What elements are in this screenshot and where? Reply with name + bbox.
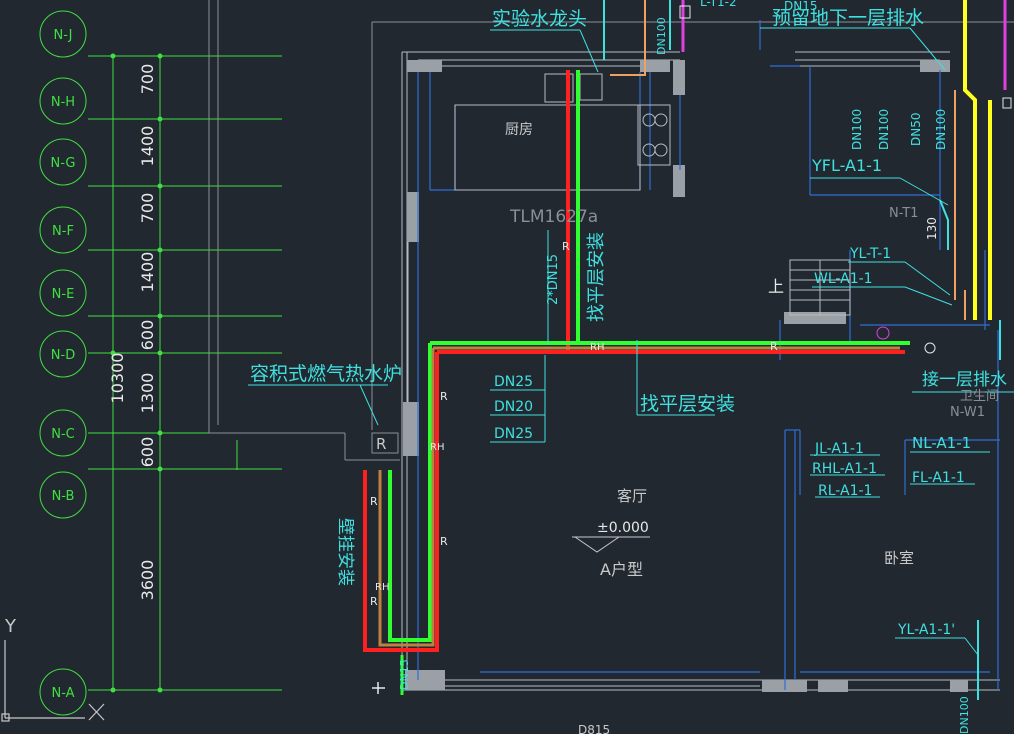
dim-text: 700 [138,193,157,224]
axis-bubble: N-B [39,471,87,519]
pipe-mark-rh: RH [375,582,389,593]
tag-rl: RL-A1-1 [818,483,872,499]
tag-dn: DN100 [850,109,864,150]
tag-dn100-bottom: DN100 [958,696,971,734]
axis-label: N-C [51,427,75,442]
label-level-install: 找平层安装 [640,393,735,415]
tag-nt1: N-T1 [889,206,918,221]
walls [401,51,1000,691]
window-tag: TLM1627a [509,207,598,227]
tag-yl-bottom: YL-A1-1' [897,622,955,638]
pipe-mark-r: R [370,495,378,508]
stair-up: 上 [768,277,784,296]
label-r-box: R [376,435,386,453]
axis-label: N-D [51,348,75,363]
pipe-mark-r: R [770,340,778,353]
elevation-mark [572,536,650,553]
pipe-mark-rh: RH [430,442,444,453]
tag-nl: NL-A1-1 [912,434,971,452]
label-gas-heater: 容积式燃气热水炉 [250,363,402,385]
axis-bubble: N-J [39,10,87,58]
axis-label: N-H [51,95,75,110]
axis-bubble: N-H [39,77,87,125]
tag-dn: DN100 [934,109,948,150]
pipe-mark-r: R [562,240,570,253]
room-living: 客厅 [617,487,647,505]
yellow-pipes [963,0,992,320]
dim-text: 600 [138,437,157,468]
dim-text: 1400 [138,252,157,293]
axis-bubble: N-C [39,409,87,457]
pipe-mark-r: R [440,535,448,548]
label-dn25-b: DN25 [494,426,533,442]
room-bedroom: 卧室 [884,549,914,567]
axis-bubbles: N-J N-H N-G N-F N-E N-D N-C N-B N-A [39,10,87,716]
tag-wl: WL-A1-1 [814,271,873,287]
axis-label: N-B [52,489,75,504]
axis-bubble: N-D [39,330,87,378]
label-floor1-drain: 接一层排水 [922,370,1007,390]
pipe-mark-r: R [440,390,448,403]
label-dn25-a: DN25 [494,374,533,390]
elevation-value: ±0.000 [597,520,649,536]
unit-type: A户型 [600,560,643,579]
tag-yfl: YFL-A1-1 [811,156,882,175]
tag-dn15-top: DN15 [784,0,818,13]
tag-nw1: N-W1 [950,405,985,420]
dim-text: 700 [138,64,157,95]
plumbing-floor-plan: N-J N-H N-G N-F N-E N-D N-C N-B N-A 700 … [1,0,1014,734]
tag-dn15-bottom: DN15 [398,659,411,690]
dim-text: 600 [138,320,157,351]
axis-label: N-G [51,156,76,171]
room-toilet: 卫生间 [960,389,999,404]
tag-jl: JL-A1-1 [814,441,864,457]
pipe-mark-rh: RH [590,342,604,353]
tag-bottom-partial: D815 [578,723,610,734]
axis-bubble: N-A [39,668,87,716]
dim-total: 10300 [108,353,127,404]
label-wall-install: 壁挂安装 [335,518,355,586]
faucet-icon [372,682,385,694]
axis-label: N-F [52,224,74,239]
cad-canvas[interactable]: N-J N-H N-G N-F N-E N-D N-C N-B N-A 700 … [0,0,1014,734]
axis-bubble: N-E [39,269,87,317]
tag-rhl: RHL-A1-1 [812,461,877,477]
axis-label: N-J [54,28,73,43]
tag-ylt: YL-T-1 [849,246,891,262]
dim-text: 3600 [138,560,157,601]
tag-fl: FL-A1-1 [912,470,965,486]
axis-label: N-E [52,287,75,302]
label-dn20: DN20 [494,399,533,415]
axis-bubble: N-F [39,206,87,254]
label-level-install-vertical: 找平层安装 [586,232,607,322]
axis-label: N-A [51,686,74,701]
tag-top-right-partial: L-T1-2 [700,0,737,9]
frame-lines [208,0,1014,461]
label-pipe-size-vertical: 2*DN15 [546,254,561,305]
kitchen-fixtures [454,73,671,191]
tag-dn100-top: DN100 [655,17,668,55]
pipe-mark-r: R [370,595,378,608]
riser-markers [679,5,1012,354]
ucs-icon [1,640,105,722]
tag-130: 130 [925,217,939,240]
ucs-y-label: Y [4,616,17,637]
dimension-values: 700 1400 700 1400 600 1300 600 3600 1030… [108,64,157,601]
room-kitchen: 厨房 [505,122,533,138]
tag-dn: DN100 [877,109,891,150]
dim-text: 1300 [138,373,157,414]
dim-text: 1400 [138,126,157,167]
tag-dn: DN50 [909,113,923,147]
wall-blocks [403,60,968,692]
label-test-faucet: 实验水龙头 [492,8,587,30]
axis-bubble: N-G [39,138,87,186]
